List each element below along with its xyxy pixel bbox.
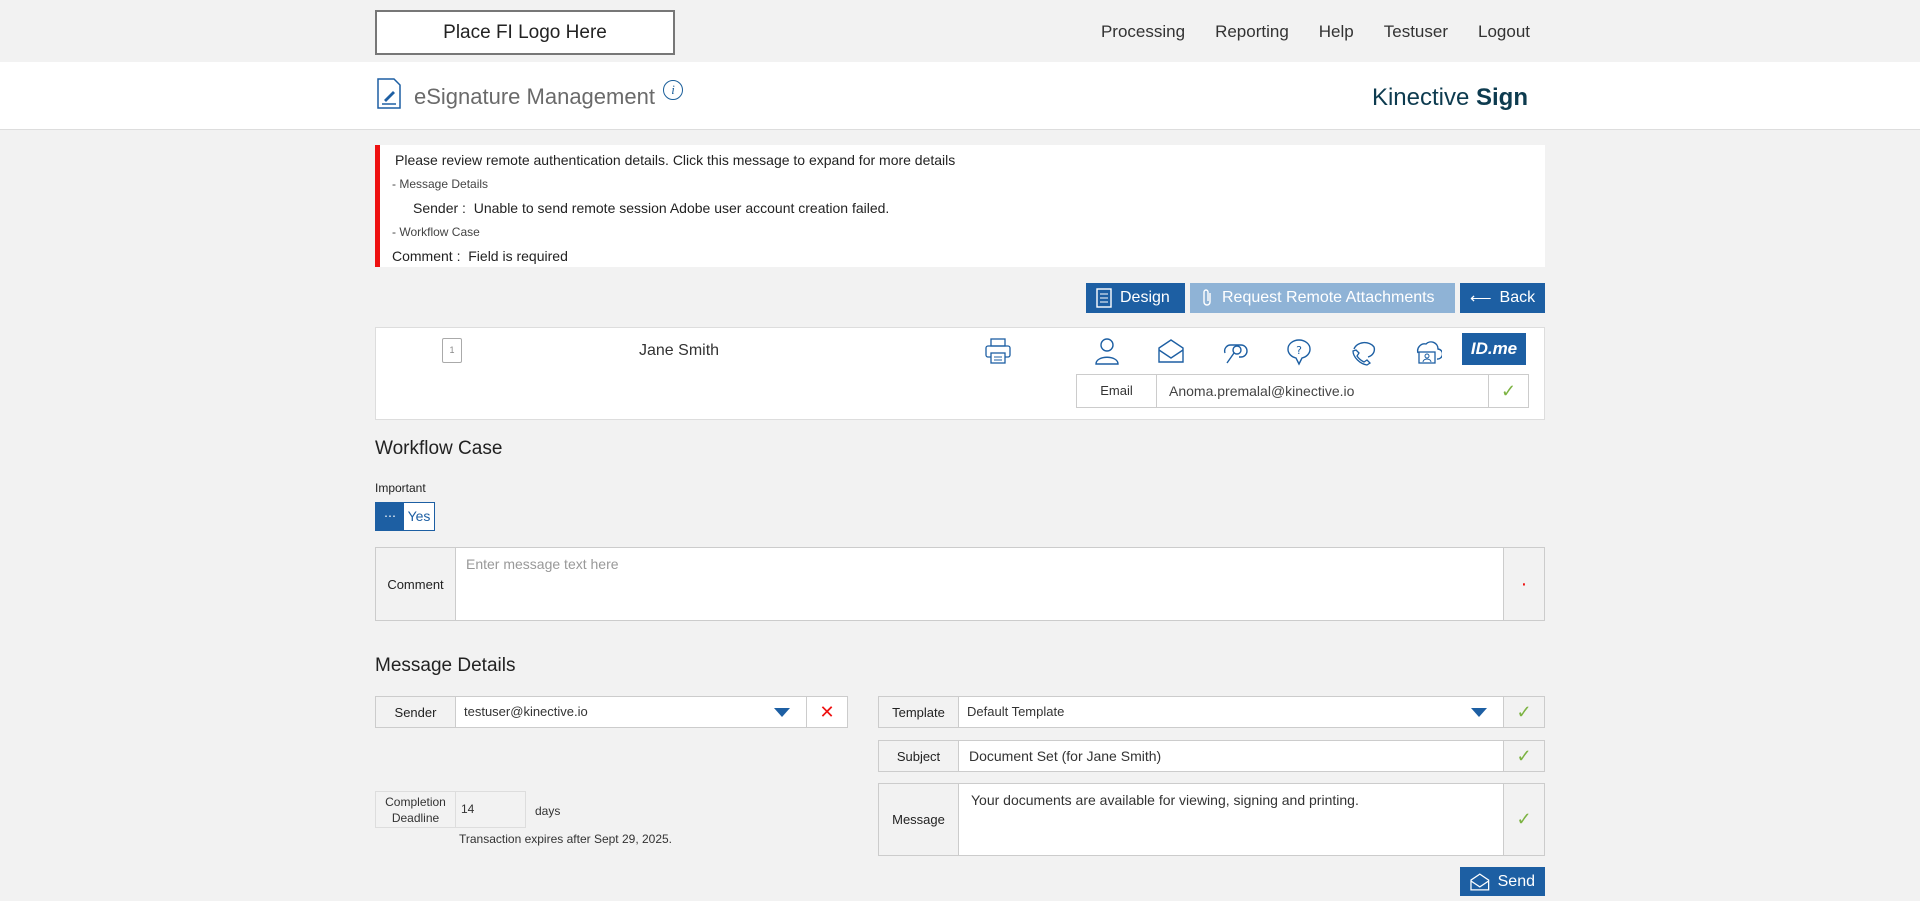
check-icon: ✓ [1503,697,1544,727]
nav-reporting[interactable]: Reporting [1215,22,1289,42]
phone-icon[interactable] [1348,336,1378,366]
comment-label: Comment [376,548,456,620]
check-icon: ✓ [1503,741,1544,771]
subject-input[interactable]: Document Set (for Jane Smith) [959,741,1503,771]
arrow-left-icon: ⟵ [1470,290,1492,307]
completion-deadline-field: Completion Deadline 14 [375,791,526,828]
recipient-name: Jane Smith [639,342,720,359]
message-label: Message [879,784,959,855]
template-select[interactable]: Default Template [959,697,1503,727]
request-remote-attachments-label: Request Remote Attachments [1222,289,1435,306]
top-bar: Place FI Logo Here Processing Reporting … [0,0,1920,62]
person-icon[interactable] [1092,336,1122,366]
workflow-case-heading: Workflow Case [375,438,503,459]
printer-icon[interactable] [984,338,1012,364]
toggle-knob-icon: ⋯ [376,503,404,530]
message-field: Message Your documents are available for… [878,783,1545,856]
document-list-icon [1096,288,1112,308]
subject-field: Subject Document Set (for Jane Smith) ✓ [878,740,1545,772]
nav-logout[interactable]: Logout [1478,22,1530,42]
nav-user[interactable]: Testuser [1384,22,1448,42]
top-navigation: Processing Reporting Help Testuser Logou… [1071,22,1530,42]
comment-textarea[interactable]: Enter message text here [456,548,1503,620]
brand-name-bold: Sign [1476,84,1528,111]
template-label: Template [879,697,959,727]
alert-item-comment: Comment : Field is required [392,248,568,264]
design-button[interactable]: Design [1086,283,1185,313]
email-label: Email [1077,375,1157,407]
send-button-label: Send [1497,872,1535,890]
clear-sender-icon[interactable]: ✕ [806,697,847,727]
alert-item-label: Comment : [392,248,461,264]
required-marker: · [1503,548,1544,620]
important-toggle[interactable]: ⋯ Yes [375,502,435,531]
alert-item-text: Field is required [468,248,568,264]
page-header: eSignature Management i Kinective Sign [0,62,1920,130]
alert-group-message-details[interactable]: - Message Details [392,177,488,191]
toggle-value: Yes [407,508,431,524]
recipient-card: 1 Jane Smith ? ID.me Email Anoma.premala… [375,327,1545,420]
alert-headline: Please review remote authentication deta… [395,152,956,168]
completion-deadline-input[interactable]: 14 [456,792,525,827]
sender-select[interactable]: testuser@kinective.io [456,697,765,727]
brand-logo: Kinective Sign [1372,84,1528,112]
back-button[interactable]: ⟵ Back [1460,283,1545,313]
nav-processing[interactable]: Processing [1101,22,1185,42]
alert-group-workflow-case[interactable]: - Workflow Case [392,225,480,239]
request-remote-attachments-button[interactable]: Request Remote Attachments [1190,283,1455,313]
nav-help[interactable]: Help [1319,22,1354,42]
chevron-down-icon[interactable] [774,708,790,717]
check-icon: ✓ [1488,375,1528,407]
error-alert[interactable]: Please review remote authentication deta… [375,145,1545,267]
send-button[interactable]: Send [1460,867,1545,896]
design-button-label: Design [1120,289,1170,306]
key-icon[interactable] [1220,336,1250,366]
email-value[interactable]: Anoma.premalal@kinective.io [1157,375,1488,407]
paperclip-icon [1203,289,1211,306]
info-icon[interactable]: i [663,80,683,100]
brand-name: Kinective [1371,84,1470,111]
back-button-label: Back [1499,289,1536,306]
email-field: Email Anoma.premalal@kinective.io ✓ [1076,374,1529,408]
message-textarea[interactable]: Your documents are available for viewing… [959,784,1503,855]
expiry-note: Transaction expires after Sept 29, 2025. [459,832,673,846]
page-title: eSignature Management [414,84,655,109]
message-details-heading: Message Details [375,655,516,676]
shield-question-icon[interactable]: ? [1284,336,1314,366]
deadline-unit: days [535,804,561,818]
template-field: Template Default Template ✓ [878,696,1545,728]
sender-label: Sender [376,697,456,727]
chevron-down-icon[interactable] [1471,708,1487,717]
envelope-icon [1470,872,1490,890]
page-number-icon: 1 [442,338,462,363]
comment-field: Comment Enter message text here · [375,547,1545,621]
svg-text:?: ? [1296,344,1302,357]
idme-button[interactable]: ID.me [1462,333,1526,365]
alert-item-text: Unable to send remote session Adobe user… [473,200,890,216]
alert-item-sender: Sender : Unable to send remote session A… [413,200,889,216]
important-label: Important [375,481,426,495]
envelope-icon[interactable] [1156,336,1186,366]
fi-logo-placeholder: Place FI Logo Here [375,10,675,55]
document-sign-icon [377,78,401,109]
subject-label: Subject [879,741,959,771]
check-icon: ✓ [1503,784,1544,855]
completion-deadline-label: Completion Deadline [376,792,456,827]
cloud-id-icon[interactable] [1412,336,1442,366]
alert-item-label: Sender : [413,200,466,216]
